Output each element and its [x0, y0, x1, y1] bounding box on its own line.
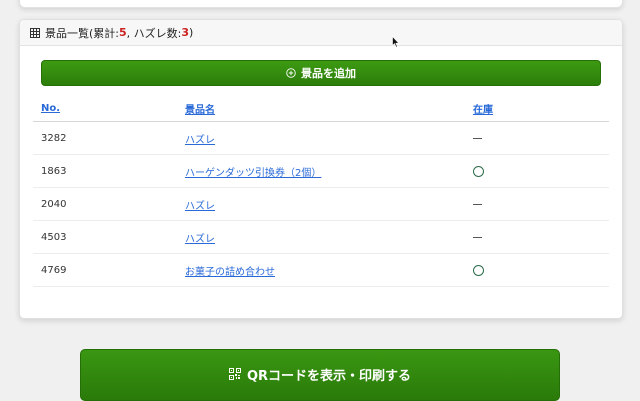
summary-close: ) — [189, 26, 194, 39]
in-stock-circle-icon — [473, 165, 484, 177]
stock-cell — [473, 155, 484, 187]
prize-number: 2040 — [41, 198, 67, 210]
prize-name-cell: ハーゲンダッツ引換券（2個） — [185, 155, 321, 187]
no-stock-dash-icon — [473, 236, 482, 238]
table-header: No. 景品名 在庫 — [33, 96, 609, 122]
card-title: 景品一覧 — [45, 26, 89, 40]
prize-name-link[interactable]: ハーゲンダッツ引換券（2個） — [185, 164, 321, 179]
table-row: 3282 ハズレ — [33, 122, 609, 155]
prize-number: 1863 — [41, 165, 67, 177]
miss-count: 3 — [181, 26, 190, 39]
stock-cell — [473, 188, 482, 220]
table-row: 1863 ハーゲンダッツ引換券（2個） — [33, 155, 609, 188]
prize-name-cell: ハズレ — [185, 188, 215, 220]
add-prize-label: 景品を追加 — [301, 67, 356, 80]
qr-button-label: QRコードを表示・印刷する — [246, 368, 412, 384]
no-stock-dash-icon — [473, 137, 482, 139]
table-icon — [30, 27, 40, 38]
sort-by-no-link[interactable]: No. — [41, 103, 60, 114]
sort-by-name-link[interactable]: 景品名 — [185, 101, 215, 116]
card-header: 景品一覧 (累計: 5, ハズレ数: 3) — [20, 20, 622, 46]
prize-number: 4769 — [41, 264, 67, 276]
prize-number: 3282 — [41, 132, 67, 144]
qr-code-icon — [228, 368, 241, 380]
stock-cell — [473, 122, 482, 154]
no-stock-dash-icon — [473, 203, 482, 205]
prize-number: 4503 — [41, 231, 67, 243]
sort-by-stock-link[interactable]: 在庫 — [473, 101, 493, 116]
prize-name-cell: ハズレ — [185, 221, 215, 253]
plus-circle-icon — [286, 68, 296, 78]
show-print-qr-button[interactable]: QRコードを表示・印刷する — [80, 349, 560, 401]
prize-name-link[interactable]: お菓子の詰め合わせ — [185, 263, 275, 278]
summary-open: (累計: — [89, 26, 119, 40]
prize-list-card: 景品一覧 (累計: 5, ハズレ数: 3) 景品を追加 No. 景品名 在庫 3… — [19, 19, 623, 319]
prize-name-link[interactable]: ハズレ — [185, 131, 215, 146]
table-row: 4769 お菓子の詰め合わせ — [33, 254, 609, 287]
table-body: 3282 ハズレ 1863 ハーゲンダッツ引換券（2個） 2040 ハズレ 4503 ハズレ 4… — [33, 122, 609, 287]
add-prize-button[interactable]: 景品を追加 — [41, 60, 601, 86]
prize-name-link[interactable]: ハズレ — [185, 230, 215, 245]
table-row: 4503 ハズレ — [33, 221, 609, 254]
table-row: 2040 ハズレ — [33, 188, 609, 221]
prize-table: No. 景品名 在庫 3282 ハズレ 1863 ハーゲンダッツ引換券（2個） 2040… — [33, 96, 609, 287]
mouse-cursor-icon — [392, 36, 400, 48]
summary-mid: , ハズレ数: — [126, 26, 182, 40]
prize-name-link[interactable]: ハズレ — [185, 197, 215, 212]
stock-cell — [473, 254, 484, 286]
prize-name-cell: ハズレ — [185, 122, 215, 154]
total-count: 5 — [119, 26, 127, 39]
prize-name-cell: お菓子の詰め合わせ — [185, 254, 275, 286]
previous-card-edge — [19, 0, 623, 8]
in-stock-circle-icon — [473, 264, 484, 276]
stock-cell — [473, 221, 482, 253]
